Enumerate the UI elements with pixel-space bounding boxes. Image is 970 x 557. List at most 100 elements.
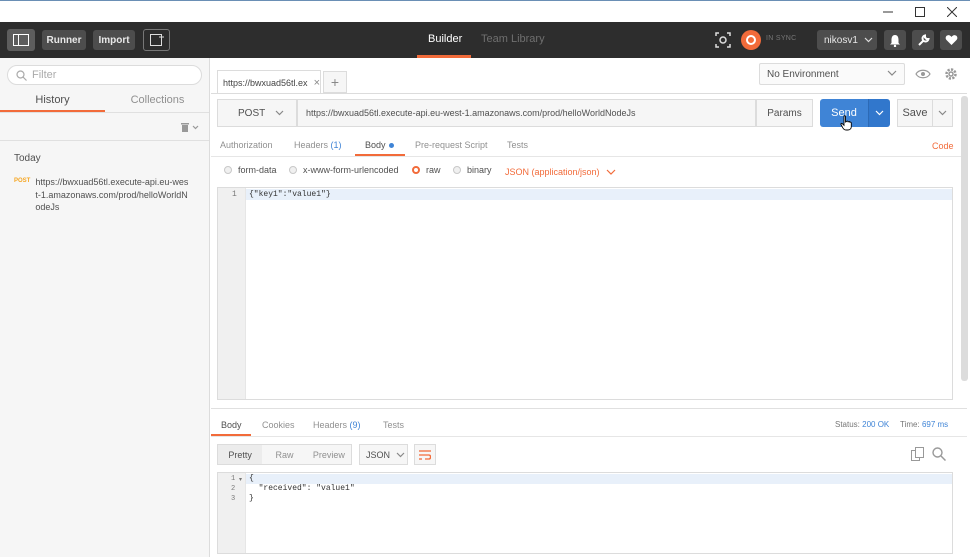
search-input[interactable]: Filter	[7, 65, 202, 85]
request-tab-label: https://bwxuad56tl.ex	[223, 77, 308, 88]
radio-circle	[224, 166, 232, 174]
method-value: POST	[238, 107, 266, 119]
runner-button[interactable]: Runner	[42, 30, 86, 50]
sidebar-toggle-icon[interactable]	[7, 29, 35, 51]
status-badge: Status: 200 OK	[835, 420, 889, 429]
radio-raw[interactable]: raw	[412, 165, 441, 175]
add-tab-button[interactable]: +	[323, 71, 347, 93]
user-menu[interactable]: nikosv1	[817, 30, 877, 50]
save-dropdown-button[interactable]	[932, 99, 953, 127]
code-line: }	[249, 494, 254, 503]
import-button[interactable]: Import	[93, 30, 135, 50]
list-item[interactable]: POST https://bwxuad56tl.execute-api.eu-w…	[14, 176, 194, 214]
response-time: Time: 697 ms	[900, 420, 948, 429]
filter-placeholder: Filter	[32, 69, 57, 81]
view-pretty-button[interactable]: Pretty	[218, 445, 263, 464]
history-url: https://bwxuad56tl.execute-api.eu-west-1…	[35, 177, 189, 212]
content-type-value: JSON (application/json)	[505, 167, 600, 177]
tab-prerequest-script[interactable]: Pre-request Script	[415, 140, 488, 150]
tab-body[interactable]: Body	[365, 140, 394, 150]
request-body-editor[interactable]: 1 {"key1":"value1"}	[217, 187, 953, 400]
response-headers-count: (9)	[349, 420, 361, 430]
scrollbar[interactable]	[961, 96, 968, 381]
response-view-group: Pretty Raw Preview	[217, 444, 352, 465]
divider	[211, 156, 967, 157]
divider	[0, 112, 209, 113]
tab-builder[interactable]: Builder	[428, 33, 462, 45]
divider	[0, 140, 209, 141]
view-raw-button[interactable]: Raw	[262, 445, 306, 464]
gear-icon[interactable]	[939, 63, 963, 85]
heart-icon[interactable]	[940, 30, 962, 50]
code-link[interactable]: Code	[932, 141, 954, 151]
copy-icon[interactable]	[911, 447, 925, 464]
chevron-down-icon	[887, 69, 897, 80]
chevron-down-icon	[606, 169, 615, 175]
wrap-icon[interactable]	[414, 444, 436, 465]
content-type-select[interactable]: JSON (application/json)	[505, 167, 616, 177]
radio-circle	[289, 166, 297, 174]
radio-label: raw	[426, 165, 441, 175]
bell-icon[interactable]	[884, 30, 906, 50]
radio-circle-selected	[412, 166, 420, 174]
time-label: Time:	[900, 420, 920, 429]
maximize-icon[interactable]	[905, 3, 935, 21]
line-number: 1	[231, 475, 236, 483]
fold-arrow-icon[interactable]: ▾	[239, 476, 242, 483]
environment-value: No Environment	[767, 68, 839, 80]
close-icon[interactable]: ×	[314, 77, 320, 89]
line-number: 2	[231, 485, 236, 493]
params-button[interactable]: Params	[756, 99, 813, 127]
body-indicator-dot	[388, 143, 394, 149]
tab-response-headers[interactable]: Headers (9)	[313, 420, 361, 430]
code-line: {"key1":"value1"}	[249, 190, 331, 199]
line-gutter	[218, 188, 246, 399]
view-preview-button[interactable]: Preview	[307, 445, 351, 464]
radio-label: x-www-form-urlencoded	[303, 165, 399, 175]
response-body-viewer[interactable]: ▾ 1 2 3 { "received": "value1" }	[217, 472, 953, 554]
code-line: {	[249, 474, 254, 483]
tab-authorization[interactable]: Authorization	[220, 140, 273, 150]
request-tab[interactable]: https://bwxuad56tl.ex ×	[217, 70, 321, 94]
interceptor-icon[interactable]	[712, 30, 734, 50]
tab-history[interactable]: History	[0, 94, 105, 106]
minimize-icon[interactable]	[873, 3, 903, 21]
send-dropdown-button[interactable]	[868, 99, 890, 127]
tab-response-cookies[interactable]: Cookies	[262, 420, 295, 430]
wrench-icon[interactable]	[912, 30, 934, 50]
time-value: 697 ms	[921, 420, 949, 429]
radio-urlencoded[interactable]: x-www-form-urlencoded	[289, 165, 399, 175]
trash-icon[interactable]	[180, 120, 200, 134]
close-icon[interactable]	[937, 3, 967, 21]
tab-response-tests[interactable]: Tests	[383, 420, 404, 430]
tab-team-library[interactable]: Team Library	[481, 33, 545, 45]
tab-collections[interactable]: Collections	[105, 94, 210, 106]
eye-icon[interactable]	[911, 63, 935, 85]
chevron-down-icon	[938, 110, 947, 116]
search-icon	[16, 69, 27, 81]
radio-label: form-data	[238, 165, 277, 175]
search-icon[interactable]	[932, 447, 947, 464]
line-number: 3	[231, 495, 236, 503]
save-button[interactable]: Save	[897, 99, 933, 127]
line-number: 1	[232, 190, 237, 199]
divider	[211, 408, 967, 409]
environment-select[interactable]: No Environment	[759, 63, 905, 85]
status-label: Status:	[835, 420, 860, 429]
radio-form-data[interactable]: form-data	[224, 165, 277, 175]
method-select[interactable]: POST	[217, 99, 297, 127]
hand-cursor-icon	[840, 115, 852, 134]
sync-status: IN SYNC	[766, 35, 797, 42]
chevron-down-icon	[275, 108, 284, 119]
chevron-down-icon	[864, 35, 873, 46]
tab-tests[interactable]: Tests	[507, 140, 528, 150]
format-select[interactable]: JSON	[359, 444, 408, 465]
new-window-icon[interactable]	[143, 29, 170, 51]
tab-headers[interactable]: Headers (1)	[294, 140, 342, 150]
status-value: 200 OK	[862, 420, 890, 429]
sidebar: Filter History Collections Today POST ht…	[0, 58, 210, 557]
url-input[interactable]	[297, 99, 756, 127]
tab-response-body[interactable]: Body	[221, 420, 242, 430]
radio-label: binary	[467, 165, 492, 175]
radio-binary[interactable]: binary	[453, 165, 492, 175]
